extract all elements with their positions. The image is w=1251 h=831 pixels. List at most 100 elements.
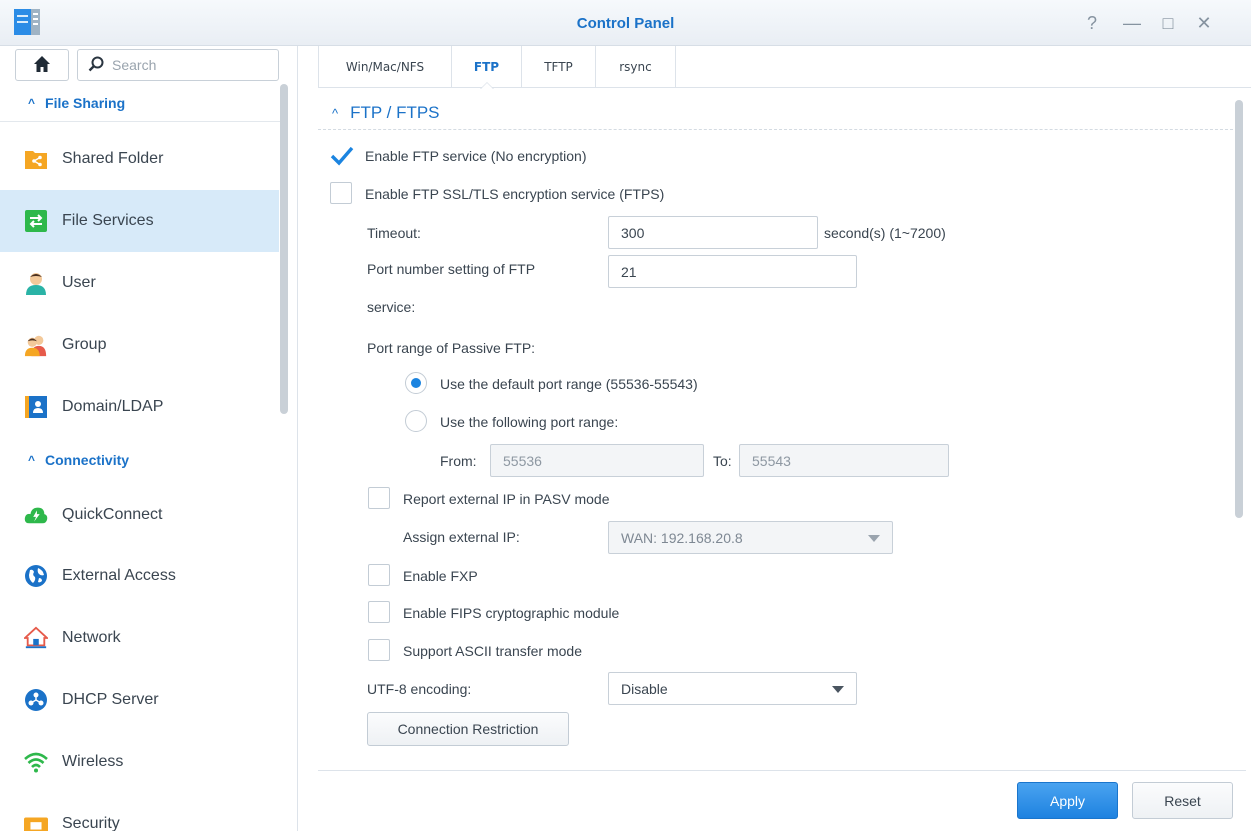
home-icon [33, 55, 51, 76]
footer-divider [318, 770, 1246, 771]
default-port-range-label: Use the default port range (55536-55543) [440, 376, 698, 392]
sidebar-scrollbar[interactable] [280, 84, 288, 414]
sidebar-item-label: Network [62, 629, 121, 646]
sidebar-item-group[interactable]: Group [0, 314, 279, 376]
section-divider [318, 129, 1233, 130]
sidebar-item-quickconnect[interactable]: QuickConnect [0, 484, 279, 546]
title-bar: Control Panel ? — □ ✕ [0, 0, 1251, 46]
utf8-encoding-label: UTF-8 encoding: [367, 681, 472, 697]
shared-folder-icon [24, 147, 48, 171]
section-connectivity[interactable]: ^ Connectivity [0, 441, 280, 479]
sidebar-item-label: File Services [62, 212, 154, 229]
from-port-input[interactable] [490, 444, 704, 477]
sidebar-item-label: Group [62, 336, 107, 353]
domain-ldap-icon [24, 395, 48, 419]
search-input[interactable] [112, 57, 272, 73]
connection-restriction-button[interactable]: Connection Restriction [367, 712, 569, 746]
tab-ftp[interactable]: FTP [452, 46, 522, 89]
assign-external-ip-label: Assign external IP: [403, 529, 520, 545]
tab-tftp[interactable]: TFTP [522, 46, 596, 88]
chevron-up-icon: ^ [28, 95, 36, 110]
sidebar-item-label: User [62, 274, 96, 291]
default-port-range-radio[interactable] [405, 372, 427, 394]
timeout-label: Timeout: [367, 225, 421, 241]
active-tab-caret [479, 82, 494, 89]
tab-label: rsync [619, 60, 652, 74]
dhcp-server-icon [24, 688, 48, 712]
sidebar-item-file-services[interactable]: File Services [0, 190, 279, 252]
sidebar-item-user[interactable]: User [0, 252, 279, 314]
sidebar-item-label: External Access [62, 567, 176, 584]
section-title: FTP / FTPS [350, 103, 440, 122]
from-label: From: [440, 453, 477, 469]
section-file-sharing[interactable]: ^ File Sharing [0, 84, 280, 122]
wireless-icon [24, 750, 48, 774]
sidebar-item-security[interactable]: Security [0, 793, 279, 831]
tab-win-mac-nfs[interactable]: Win/Mac/NFS [318, 46, 452, 88]
quickconnect-icon [24, 503, 48, 527]
tab-label: TFTP [544, 60, 573, 74]
minimize-icon[interactable]: — [1121, 12, 1143, 34]
enable-fxp-label: Enable FXP [403, 568, 478, 584]
port-number-label-line2: service: [367, 299, 416, 315]
report-external-ip-label: Report external IP in PASV mode [403, 491, 610, 507]
port-number-label: Port number setting of FTP [367, 261, 536, 277]
search-box[interactable] [77, 49, 279, 81]
sidebar-item-label: DHCP Server [62, 691, 159, 708]
sidebar-item-shared-folder[interactable]: Shared Folder [0, 128, 279, 190]
tab-rsync[interactable]: rsync [596, 46, 676, 88]
window-title: Control Panel [576, 15, 675, 32]
checkmark-icon [330, 146, 354, 166]
sidebar-item-wireless[interactable]: Wireless [0, 731, 279, 793]
maximize-icon[interactable]: □ [1157, 12, 1179, 34]
apply-button[interactable]: Apply [1017, 782, 1118, 819]
sidebar-item-label: Domain/LDAP [62, 398, 164, 415]
ascii-transfer-label: Support ASCII transfer mode [403, 643, 582, 659]
custom-port-range-radio[interactable] [405, 410, 427, 432]
to-port-input[interactable] [739, 444, 949, 477]
dropdown-arrow-icon [868, 535, 880, 542]
timeout-unit: second(s) (1~7200) [824, 225, 946, 241]
tab-label: FTP [473, 60, 500, 74]
group-icon [24, 333, 48, 357]
search-icon [88, 56, 104, 75]
network-icon [24, 626, 48, 650]
enable-ftps-checkbox[interactable] [330, 182, 352, 204]
ascii-transfer-checkbox[interactable] [368, 639, 390, 661]
passive-range-label: Port range of Passive FTP: [367, 340, 536, 356]
sidebar: ^ File Sharing Shared Folder File Servic… [0, 46, 298, 831]
assign-external-ip-value: WAN: 192.168.20.8 [621, 529, 743, 546]
tab-bar: Win/Mac/NFS FTP TFTP rsync [318, 46, 1251, 89]
enable-ftp-checkbox[interactable] [330, 145, 354, 167]
report-external-ip-checkbox[interactable] [368, 487, 390, 509]
content-scrollbar[interactable] [1235, 100, 1243, 518]
reset-button[interactable]: Reset [1132, 782, 1233, 819]
utf8-encoding-select[interactable]: Disable [608, 672, 857, 705]
enable-fips-checkbox[interactable] [368, 601, 390, 623]
file-services-icon [24, 209, 48, 233]
user-icon [24, 271, 48, 295]
utf8-encoding-value: Disable [621, 680, 668, 697]
sidebar-item-label: Shared Folder [62, 150, 164, 167]
section-ftp-ftps[interactable]: ^ FTP / FTPS [332, 103, 440, 123]
sidebar-item-label: QuickConnect [62, 506, 163, 523]
dropdown-arrow-icon [832, 686, 844, 693]
enable-fxp-checkbox[interactable] [368, 564, 390, 586]
sidebar-item-dhcp-server[interactable]: DHCP Server [0, 669, 279, 731]
tab-label: Win/Mac/NFS [345, 60, 425, 74]
section-label: Connectivity [45, 452, 130, 468]
sidebar-item-network[interactable]: Network [0, 607, 279, 669]
timeout-input[interactable] [608, 216, 818, 249]
sidebar-item-external-access[interactable]: External Access [0, 545, 279, 607]
sidebar-item-domain-ldap[interactable]: Domain/LDAP [0, 376, 279, 438]
help-icon[interactable]: ? [1081, 12, 1103, 34]
custom-port-range-label: Use the following port range: [440, 414, 619, 430]
port-number-input[interactable] [608, 255, 857, 288]
home-button[interactable] [15, 49, 69, 81]
to-label: To: [713, 453, 732, 469]
enable-ftps-label: Enable FTP SSL/TLS encryption service (F… [365, 186, 665, 202]
chevron-up-icon: ^ [332, 105, 339, 121]
close-icon[interactable]: ✕ [1193, 12, 1215, 34]
assign-external-ip-select[interactable]: WAN: 192.168.20.8 [608, 521, 893, 554]
chevron-up-icon: ^ [28, 453, 36, 467]
